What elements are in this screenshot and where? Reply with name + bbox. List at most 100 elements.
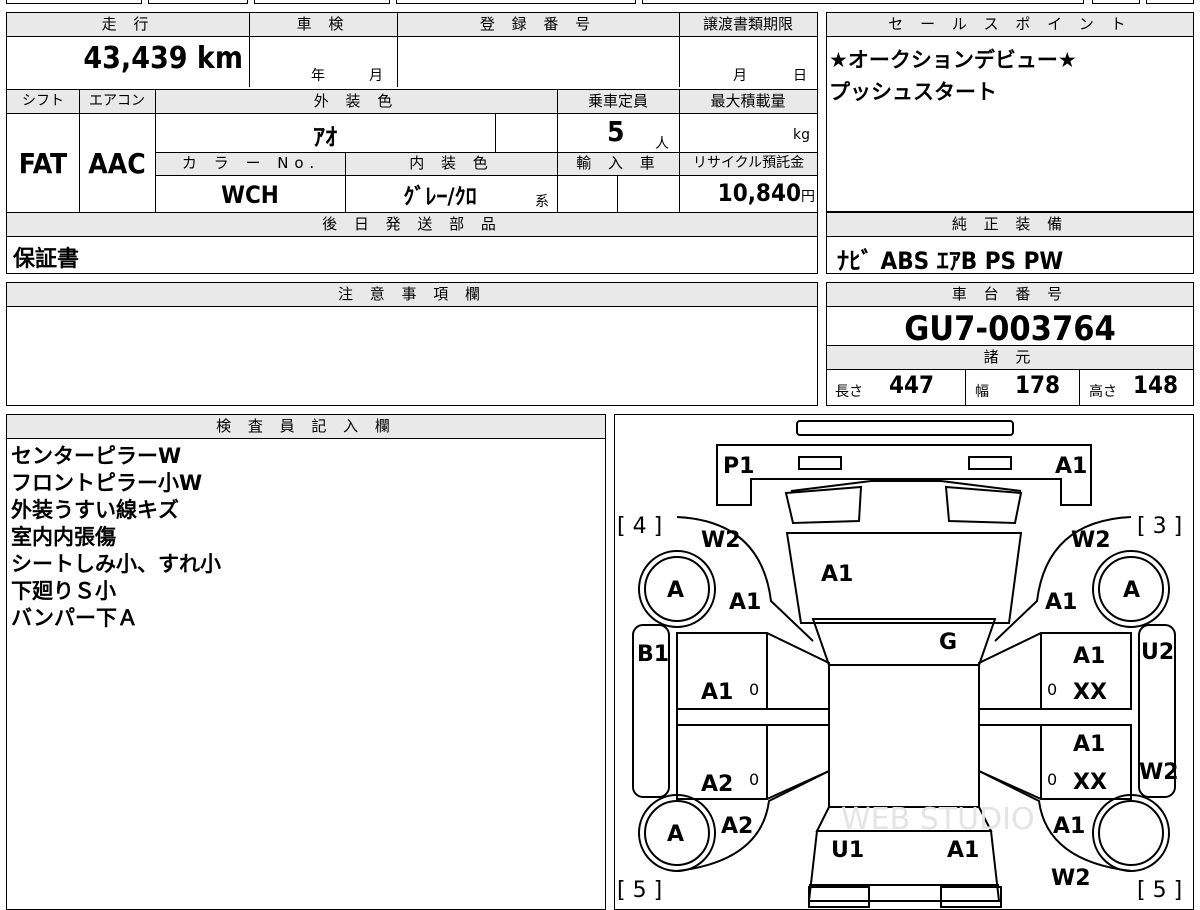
equipment-header: 純 正 装 備 bbox=[827, 213, 1193, 237]
inspector-note: 室内内張傷 bbox=[11, 525, 116, 549]
interior-value: ｸﾞﾚｰ/ｸﾛ bbox=[403, 185, 477, 210]
label-g-glass: G bbox=[939, 630, 957, 655]
watermark-text: WEB STUDIO bbox=[841, 802, 1035, 837]
label-tire-rl: A bbox=[667, 822, 684, 847]
recycle-number: 10,840 bbox=[717, 179, 801, 207]
headlight-right bbox=[968, 456, 1012, 470]
label-zero-fl: 0 bbox=[749, 680, 759, 699]
label-a1-fender-right: A1 bbox=[1045, 590, 1077, 615]
top-strip-cell bbox=[396, 0, 636, 4]
label-xx-fr: XX bbox=[1073, 680, 1107, 705]
maxload-header: 最大積載量 bbox=[679, 90, 817, 114]
height-label: 高さ bbox=[1089, 384, 1117, 400]
shift-value: FAT bbox=[18, 147, 68, 180]
top-strip-cell bbox=[1092, 0, 1140, 4]
aircon-value: AAC bbox=[88, 147, 146, 180]
label-a1-rear: A1 bbox=[947, 838, 979, 863]
label-tire-fr: A bbox=[1123, 578, 1140, 603]
grille-left bbox=[784, 485, 863, 525]
sales-line: ★オークションデビュー★ bbox=[829, 48, 1077, 72]
label-xx-rr: XX bbox=[1073, 770, 1107, 795]
chassis-box: 車 台 番 号 GU7-003764 諸 元 長さ 447 幅 178 高さ 1… bbox=[826, 282, 1194, 406]
equipment-box: 純 正 装 備 ﾅﾋﾞ ABS ｴｱB PS PW bbox=[826, 212, 1194, 275]
label-a1-hood: A1 bbox=[821, 562, 853, 587]
width-label: 幅 bbox=[975, 384, 989, 400]
headlight-left bbox=[798, 456, 842, 470]
later-parts-value: 保証書 bbox=[13, 247, 80, 272]
label-w2-front-left: W2 bbox=[701, 528, 741, 553]
label-b1: B1 bbox=[637, 642, 669, 667]
label-bracket-4: [ 4 ] bbox=[617, 514, 662, 539]
maxload-unit: kg bbox=[793, 127, 810, 143]
import-header: 輸 入 車 bbox=[558, 153, 679, 176]
chassis-header: 車 台 番 号 bbox=[827, 283, 1193, 307]
grille-right bbox=[944, 485, 1023, 525]
inspector-note: センターピラーW bbox=[11, 444, 182, 468]
front-bumper bbox=[796, 420, 1014, 436]
mileage-value: 43,439 km bbox=[7, 41, 243, 76]
top-strip-cell bbox=[148, 0, 248, 4]
label-w2-rear-right: W2 bbox=[1051, 866, 1091, 891]
top-strip-cell bbox=[254, 0, 390, 4]
label-u2: U2 bbox=[1141, 640, 1174, 665]
later-parts-header: 後 日 発 送 部 品 bbox=[7, 213, 817, 237]
label-w2-right: W2 bbox=[1139, 760, 1179, 785]
label-p1: P1 bbox=[723, 454, 754, 479]
label-a1-quarter-right: A1 bbox=[1053, 814, 1085, 839]
label-zero-fr: 0 bbox=[1047, 680, 1057, 699]
capacity-header: 乗車定員 bbox=[557, 90, 679, 114]
label-zero-rr: 0 bbox=[1047, 770, 1057, 789]
width-value: 178 bbox=[1015, 371, 1061, 399]
mileage-number: 43,439 bbox=[83, 41, 188, 76]
top-strip-cell bbox=[1146, 0, 1194, 4]
shift-header: シフト bbox=[7, 90, 79, 114]
label-a1-fender-left: A1 bbox=[729, 590, 761, 615]
tire-rear-right bbox=[1092, 794, 1170, 872]
label-bracket-5-left: [ 5 ] bbox=[617, 878, 662, 903]
chassis-value: GU7-003764 bbox=[904, 309, 1116, 349]
capacity-value: 5 bbox=[607, 115, 625, 148]
label-u1: U1 bbox=[831, 838, 864, 863]
inspector-header: 検 査 員 記 入 欄 bbox=[7, 415, 605, 439]
top-strip-cell bbox=[642, 0, 1084, 4]
caution-box: 注 意 事 項 欄 bbox=[6, 282, 818, 406]
recycle-unit: 円 bbox=[801, 189, 815, 205]
front-panel bbox=[716, 444, 1092, 506]
interior-header: 内 装 色 bbox=[346, 153, 557, 176]
caution-header: 注 意 事 項 欄 bbox=[7, 283, 817, 307]
interior-suffix: 系 bbox=[535, 194, 549, 210]
sales-line: プッシュスタート bbox=[829, 80, 997, 104]
recycle-value: 10,840円 bbox=[679, 179, 815, 207]
label-a2-door-rl: A2 bbox=[701, 772, 733, 797]
label-w2-front-right: W2 bbox=[1071, 528, 1111, 553]
exterior-header: 外 装 色 bbox=[155, 90, 557, 114]
inspector-box: 検 査 員 記 入 欄 センターピラーW フロントピラー小W 外装うすい線キズ … bbox=[6, 414, 606, 910]
label-tire-fl: A bbox=[667, 578, 684, 603]
car-diagram: P1 A1 [ 4 ] [ 3 ] W2 W2 A1 A A A1 A1 G B… bbox=[617, 420, 1182, 908]
inspection-year: 年 bbox=[311, 68, 325, 84]
summary-table: 走 行 車 検 登 録 番 号 譲渡書類期限 43,439 km 年 月 月 日… bbox=[6, 12, 818, 274]
sales-point-header: セ ー ル ス ポ イ ン ト bbox=[827, 13, 1193, 37]
color-no-value: WCH bbox=[221, 181, 279, 209]
label-bracket-3: [ 3 ] bbox=[1137, 514, 1182, 539]
top-strip-cell bbox=[6, 0, 142, 4]
height-value: 148 bbox=[1133, 371, 1179, 399]
inspection-month: 月 bbox=[369, 68, 383, 84]
mileage-header: 走 行 bbox=[7, 13, 249, 37]
fender-left bbox=[676, 516, 814, 642]
recycle-header: リサイクル預託金 bbox=[680, 153, 817, 176]
windshield bbox=[811, 618, 997, 666]
mileage-unit: km bbox=[196, 41, 243, 76]
registration-header: 登 録 番 号 bbox=[397, 13, 679, 37]
length-value: 447 bbox=[889, 371, 935, 399]
transfer-day: 日 bbox=[793, 68, 807, 84]
sales-point-box: セ ー ル ス ポ イ ン ト ★オークションデビュー★ プッシュスタート bbox=[826, 12, 1194, 212]
inspector-note: 外装うすい線キズ bbox=[11, 498, 179, 522]
length-label: 長さ bbox=[835, 384, 863, 400]
color-no-header: カ ラ ー No. bbox=[156, 153, 346, 176]
spec-header: 諸 元 bbox=[827, 346, 1193, 370]
label-zero-rl: 0 bbox=[749, 770, 759, 789]
label-a1-door-rr: A1 bbox=[1073, 732, 1105, 757]
exterior-value: ｱｵ bbox=[313, 123, 337, 151]
inspection-header: 車 検 bbox=[249, 13, 397, 37]
